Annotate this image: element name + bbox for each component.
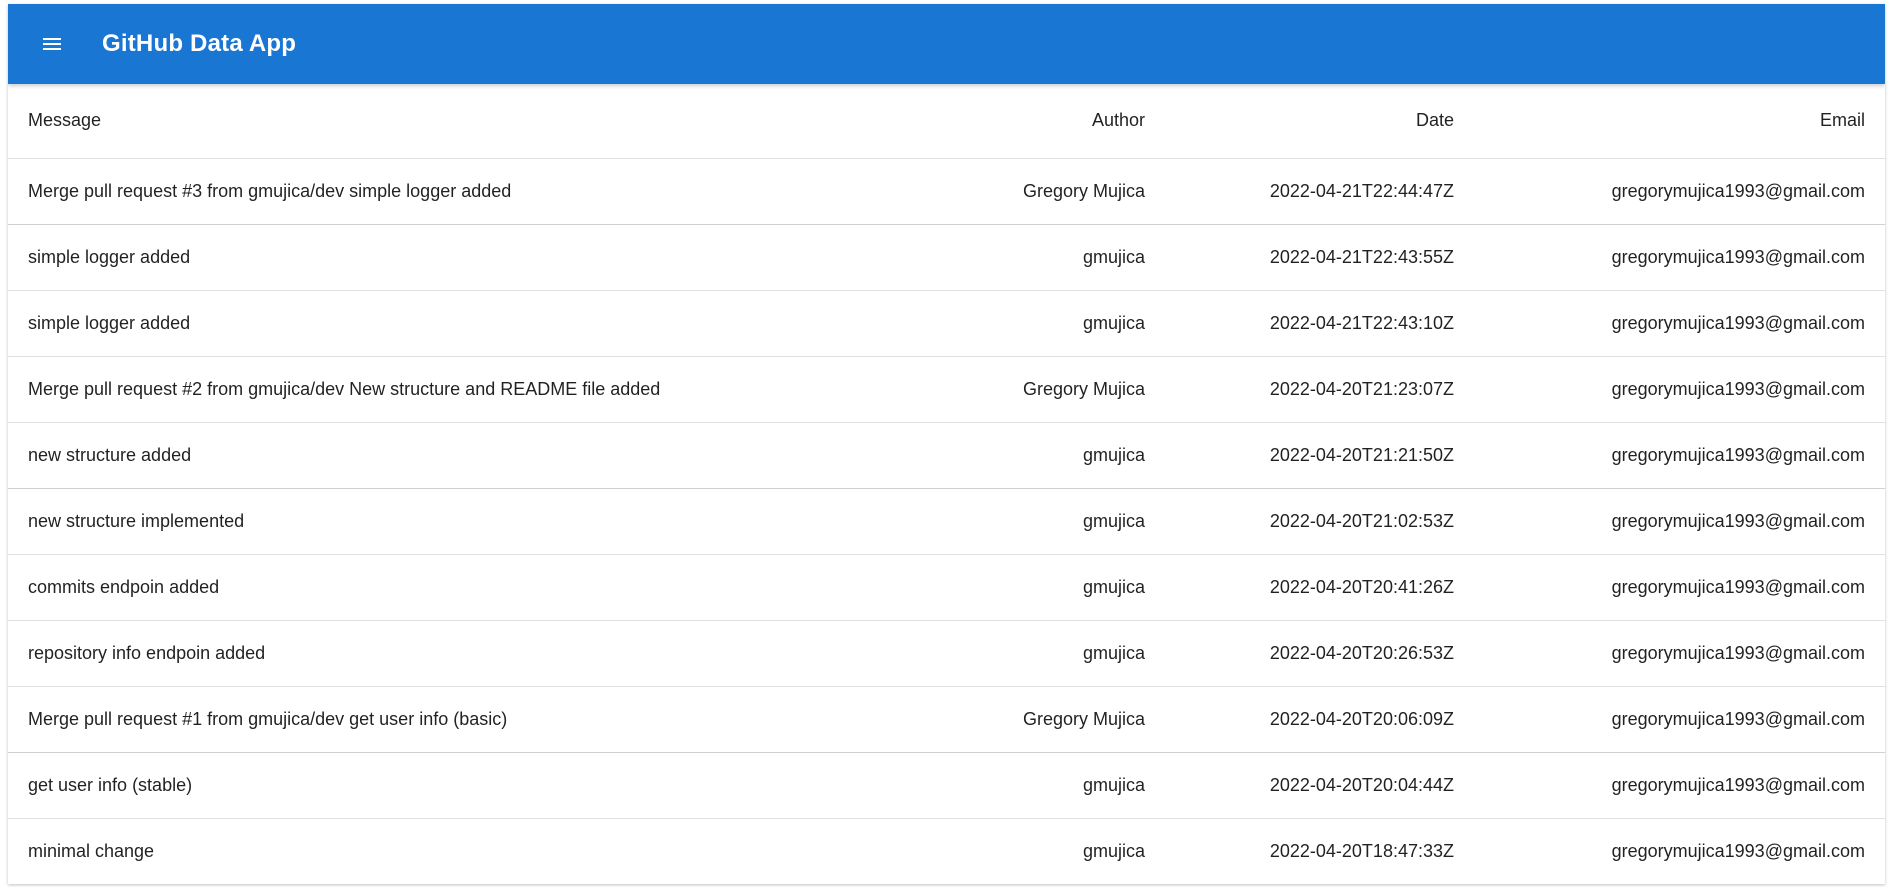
cell-author: gmujica [928, 752, 1165, 819]
cell-date: 2022-04-20T20:41:26Z [1165, 554, 1474, 621]
cell-author: Gregory Mujica [928, 158, 1165, 225]
table-header: Message Author Date Email [8, 84, 1885, 159]
table-row[interactable]: Merge pull request #1 from gmujica/dev g… [8, 686, 1885, 753]
cell-email: gregorymujica1993@gmail.com [1474, 356, 1885, 423]
cell-email: gregorymujica1993@gmail.com [1474, 554, 1885, 621]
cell-message: commits endpoin added [8, 554, 928, 621]
cell-date: 2022-04-20T21:02:53Z [1165, 488, 1474, 555]
cell-date: 2022-04-20T20:06:09Z [1165, 686, 1474, 753]
cell-message: simple logger added [8, 224, 928, 291]
table-row[interactable]: repository info endpoin added gmujica 2022… [8, 620, 1885, 687]
cell-author: gmujica [928, 422, 1165, 489]
cell-message: new structure added [8, 422, 928, 489]
cell-author: Gregory Mujica [928, 686, 1165, 753]
table-body: Merge pull request #3 from gmujica/dev s… [8, 158, 1885, 884]
cell-message: minimal change [8, 818, 928, 884]
cell-email: gregorymujica1993@gmail.com [1474, 488, 1885, 555]
menu-button[interactable] [28, 20, 76, 68]
cell-date: 2022-04-20T20:04:44Z [1165, 752, 1474, 819]
table-row[interactable]: get user info (stable) gmujica 2022-04-20T… [8, 752, 1885, 819]
cell-message: repository info endpoin added [8, 620, 928, 687]
cell-email: gregorymujica1993@gmail.com [1474, 422, 1885, 489]
cell-message: Merge pull request #1 from gmujica/dev g… [8, 686, 928, 753]
table-row[interactable]: Merge pull request #3 from gmujica/dev s… [8, 158, 1885, 225]
cell-message: get user info (stable) [8, 752, 928, 819]
cell-author: Gregory Mujica [928, 356, 1165, 423]
cell-email: gregorymujica1993@gmail.com [1474, 158, 1885, 225]
cell-author: gmujica [928, 488, 1165, 555]
cell-email: gregorymujica1993@gmail.com [1474, 752, 1885, 819]
table-row[interactable]: simple logger added gmujica 2022-04-21T22:… [8, 290, 1885, 357]
cell-message: Merge pull request #2 from gmujica/dev N… [8, 356, 928, 423]
table-row[interactable]: new structure added gmujica 2022-04-20T21:… [8, 422, 1885, 489]
cell-email: gregorymujica1993@gmail.com [1474, 224, 1885, 291]
column-header-date: Date [1165, 84, 1474, 159]
column-header-author: Author [928, 84, 1165, 159]
cell-date: 2022-04-21T22:43:10Z [1165, 290, 1474, 357]
table-row[interactable]: minimal change gmujica 2022-04-20T18:47:33… [8, 818, 1885, 884]
cell-email: gregorymujica1993@gmail.com [1474, 290, 1885, 357]
cell-date: 2022-04-21T22:44:47Z [1165, 158, 1474, 225]
cell-date: 2022-04-20T18:47:33Z [1165, 818, 1474, 884]
table-row[interactable]: Merge pull request #2 from gmujica/dev N… [8, 356, 1885, 423]
table-row[interactable]: commits endpoin added gmujica 2022-04-20T2… [8, 554, 1885, 621]
cell-author: gmujica [928, 224, 1165, 291]
column-header-message: Message [8, 84, 928, 159]
cell-message: simple logger added [8, 290, 928, 357]
cell-message: new structure implemented [8, 488, 928, 555]
app-window: GitHub Data App Message Author Date Emai… [8, 4, 1885, 884]
menu-icon [43, 38, 61, 50]
cell-author: gmujica [928, 290, 1165, 357]
cell-date: 2022-04-21T22:43:55Z [1165, 224, 1474, 291]
table-header-row: Message Author Date Email [8, 84, 1885, 159]
cell-author: gmujica [928, 818, 1165, 884]
cell-author: gmujica [928, 554, 1165, 621]
app-title: GitHub Data App [102, 30, 297, 57]
cell-date: 2022-04-20T21:21:50Z [1165, 422, 1474, 489]
cell-date: 2022-04-20T21:23:07Z [1165, 356, 1474, 423]
cell-author: gmujica [928, 620, 1165, 687]
cell-date: 2022-04-20T20:26:53Z [1165, 620, 1474, 687]
table-row[interactable]: simple logger added gmujica 2022-04-21T22:… [8, 224, 1885, 291]
column-header-email: Email [1474, 84, 1885, 159]
commits-table: Message Author Date Email Merge pull req… [8, 84, 1885, 884]
cell-email: gregorymujica1993@gmail.com [1474, 620, 1885, 687]
table-row[interactable]: new structure implemented gmujica 2022-04-… [8, 488, 1885, 555]
cell-message: Merge pull request #3 from gmujica/dev s… [8, 158, 928, 225]
cell-email: gregorymujica1993@gmail.com [1474, 818, 1885, 884]
app-bar: GitHub Data App [8, 4, 1885, 84]
cell-email: gregorymujica1993@gmail.com [1474, 686, 1885, 753]
